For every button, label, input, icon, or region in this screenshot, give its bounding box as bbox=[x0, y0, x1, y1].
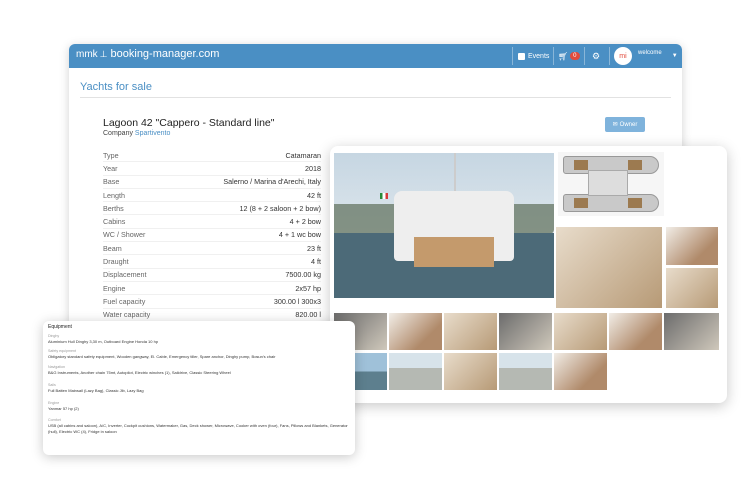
gallery-thumbnail[interactable] bbox=[609, 313, 662, 350]
spec-row: Fuel capacity 300.00 l 300x3 bbox=[103, 295, 321, 309]
spec-row: Type Catamaran bbox=[103, 149, 321, 163]
envelope-icon: ✉ bbox=[612, 122, 618, 128]
spec-value: 7500.00 kg bbox=[285, 270, 321, 280]
equipment-items: Full Batten Mainsail (Lazy Bag), Classic… bbox=[48, 388, 144, 393]
spec-label: Type bbox=[103, 150, 119, 160]
calendar-icon bbox=[518, 52, 525, 60]
equipment-items: Obligatory standard safety equipment, Wo… bbox=[48, 354, 276, 359]
spec-value: 12 (8 + 2 saloon + 2 bow) bbox=[239, 203, 321, 213]
spec-label: Engine bbox=[103, 283, 126, 293]
settings-gear-icon[interactable]: ⚙ bbox=[592, 44, 600, 68]
spec-label: Length bbox=[103, 190, 125, 200]
navbar-divider bbox=[609, 47, 610, 65]
gallery-thumbnail[interactable] bbox=[664, 313, 719, 350]
spec-value: Catamaran bbox=[285, 150, 321, 160]
company-line: Company Spartivento bbox=[103, 130, 170, 137]
spec-value: 4 + 1 wc bow bbox=[278, 230, 321, 240]
equipment-title: Equipment bbox=[48, 324, 72, 330]
cart-button[interactable]: 🛒︎ 0 bbox=[558, 44, 580, 68]
gallery-thumbnail[interactable] bbox=[444, 353, 497, 390]
events-label: Events bbox=[528, 52, 550, 60]
specs-table: Type Catamaran Year 2018 Base Salerno / Marin… bbox=[103, 149, 321, 336]
owner-button-label: Owner bbox=[619, 121, 638, 128]
spec-label: Displacement bbox=[103, 270, 147, 280]
brand-logo[interactable]: mmk ⊥ booking-manager.com bbox=[76, 48, 219, 60]
gallery-thumbnail[interactable] bbox=[554, 353, 607, 390]
spec-value: 2018 bbox=[305, 163, 321, 173]
spec-row: Length 42 ft bbox=[103, 189, 321, 203]
equipment-section: Sails Full Batten Mainsail (Lazy Bag), Cl… bbox=[48, 383, 350, 394]
user-menu[interactable]: mi welcome ▼ bbox=[614, 44, 678, 68]
spec-value: 300.00 l 300x3 bbox=[273, 296, 321, 306]
avatar: mi bbox=[614, 47, 632, 65]
spec-value: 4 + 2 bow bbox=[289, 217, 321, 227]
spec-row: Displacement 7500.00 kg bbox=[103, 269, 321, 282]
spec-row: WC / Shower 4 + 1 wc bow bbox=[103, 229, 321, 243]
equipment-items: B&G Instruments, Another chain 75mt, Aut… bbox=[48, 370, 231, 375]
gallery-thumbnail[interactable] bbox=[666, 227, 718, 265]
spec-label: Year bbox=[103, 163, 118, 173]
spec-label: Cabins bbox=[103, 217, 126, 227]
equipment-section: Engine Yanmar 57 hp (2) bbox=[48, 401, 350, 412]
cart-icon: 🛒︎ bbox=[558, 51, 569, 61]
equipment-section: Comfort USB (all cabins and saloon), A/C,… bbox=[48, 418, 350, 435]
navbar-divider bbox=[553, 47, 554, 65]
gallery-thumbnail[interactable] bbox=[666, 268, 718, 308]
spec-value: 820.00 l bbox=[295, 310, 321, 320]
spec-label: Draught bbox=[103, 257, 129, 267]
equipment-card: Equipment Dinghy Aluminium Hull Dinghy 3,… bbox=[43, 321, 355, 455]
main-yacht-photo[interactable] bbox=[334, 153, 554, 298]
spec-row: Berths 12 (8 + 2 saloon + 2 bow) bbox=[103, 202, 321, 216]
events-menu[interactable]: Events bbox=[518, 44, 549, 68]
equipment-section: Dinghy Aluminium Hull Dinghy 3,30 m, Outb… bbox=[48, 334, 350, 345]
spec-row: Cabins 4 + 2 bow bbox=[103, 215, 321, 229]
spec-row: Base Salerno / Marina d'Arechi, Italy bbox=[103, 176, 321, 189]
gallery-thumbnail[interactable] bbox=[389, 313, 442, 350]
spec-label: Fuel capacity bbox=[103, 296, 146, 306]
logo-mark-icon: ⊥ bbox=[99, 49, 108, 59]
spec-label: Berths bbox=[103, 203, 124, 213]
gallery-thumbnail[interactable] bbox=[499, 353, 552, 390]
spec-value: 23 ft bbox=[307, 243, 321, 253]
page-title: Yachts for sale bbox=[80, 81, 152, 93]
brand-name: booking-manager.com bbox=[110, 48, 220, 60]
spec-value: 4 ft bbox=[311, 257, 321, 267]
gallery-thumbnail[interactable] bbox=[389, 353, 442, 390]
owner-button[interactable]: ✉ Owner bbox=[605, 117, 645, 132]
gallery-thumbnail[interactable] bbox=[499, 313, 552, 350]
spec-value: Salerno / Marina d'Arechi, Italy bbox=[223, 177, 321, 187]
equipment-items: Aluminium Hull Dinghy 3,30 m, Outboard E… bbox=[48, 339, 159, 344]
spec-row: Beam 23 ft bbox=[103, 242, 321, 256]
welcome-label: welcome bbox=[638, 50, 662, 56]
spec-row: Water capacity 820.00 l bbox=[103, 309, 321, 322]
spec-label: Base bbox=[103, 177, 120, 187]
spec-label: Beam bbox=[103, 243, 122, 253]
equipment-section: Navigation B&G Instruments, Another chain… bbox=[48, 365, 350, 376]
gallery-thumbnail[interactable] bbox=[444, 313, 497, 350]
cart-count-badge: 0 bbox=[570, 52, 580, 60]
navbar-divider bbox=[512, 47, 513, 65]
company-label: Company bbox=[103, 130, 133, 137]
equipment-items: USB (all cabins and saloon), A/C, Invert… bbox=[48, 423, 348, 434]
gallery-thumbnail[interactable] bbox=[554, 313, 607, 350]
spec-value: 42 ft bbox=[307, 190, 321, 200]
top-navbar: mmk ⊥ booking-manager.com Events 🛒︎ 0 ⚙ mi… bbox=[69, 44, 682, 68]
spec-row: Engine 2x57 hp bbox=[103, 282, 321, 296]
spec-row: Year 2018 bbox=[103, 162, 321, 176]
equipment-section: Safety equipment Obligatory standard safe… bbox=[48, 349, 350, 360]
company-link[interactable]: Spartivento bbox=[135, 130, 170, 137]
deck-layout-plan[interactable] bbox=[558, 152, 664, 216]
spec-label: Water capacity bbox=[103, 310, 151, 320]
spec-label: WC / Shower bbox=[103, 230, 146, 240]
yacht-title: Lagoon 42 "Cappero - Standard line" bbox=[103, 117, 275, 129]
spec-row: Draught 4 ft bbox=[103, 255, 321, 269]
chevron-down-icon: ▼ bbox=[671, 53, 678, 59]
saloon-photo[interactable] bbox=[556, 227, 662, 308]
heading-divider bbox=[80, 97, 671, 98]
spec-value: 2x57 hp bbox=[295, 283, 321, 293]
photo-gallery bbox=[330, 146, 727, 403]
brand-prefix: mmk bbox=[76, 49, 98, 60]
navbar-divider bbox=[584, 47, 585, 65]
equipment-items: Yanmar 57 hp (2) bbox=[48, 406, 79, 411]
